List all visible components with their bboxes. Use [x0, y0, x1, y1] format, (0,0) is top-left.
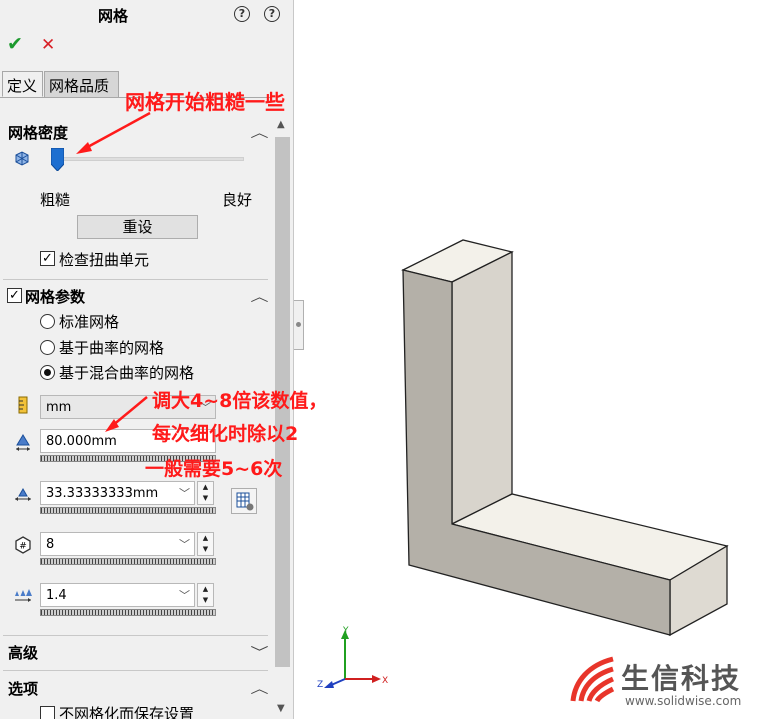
growth-ratio-value: 1.4: [46, 588, 67, 603]
save-without-mesh-checkbox[interactable]: [40, 706, 55, 719]
reset-button[interactable]: 重设: [77, 215, 198, 239]
help-icon[interactable]: ?: [264, 6, 280, 22]
circle-elements-input[interactable]: 8 ﹀: [40, 532, 195, 556]
save-without-mesh-label: 不网格化而保存设置: [59, 705, 195, 719]
options-section-title: 选项: [8, 680, 39, 698]
fine-label: 良好: [222, 191, 253, 209]
annotation-size-note-line2: 每次细化时除以2: [152, 423, 299, 445]
scroll-down-icon[interactable]: ▼: [277, 703, 285, 714]
check-distortion-label: 检查扭曲单元: [59, 251, 150, 269]
ruler-icon: [18, 396, 28, 414]
svg-text:#: #: [19, 542, 27, 552]
watermark-url: www.solidwise.com: [625, 694, 742, 708]
cancel-button[interactable]: ✕: [41, 35, 55, 55]
blended-curvature-mesh-label: 基于混合曲率的网格: [59, 364, 195, 382]
max-element-size-value: 80.000mm: [46, 434, 117, 449]
chevron-down-icon: ﹀: [179, 538, 190, 551]
min-element-size-icon: [15, 487, 31, 501]
panel-title: 网格: [97, 7, 128, 25]
annotation-size-note-line1: 调大4~8倍该数值，: [152, 390, 328, 412]
curvature-mesh-label: 基于曲率的网格: [59, 339, 165, 357]
radio-standard-mesh[interactable]: [40, 314, 55, 329]
density-section-title: 网格密度: [8, 124, 69, 142]
annotation-size-note-line3: 一般需要5~6次: [145, 458, 283, 480]
check-distortion-checkbox[interactable]: ✓: [40, 251, 55, 266]
watermark-brand-name: 生信科技: [621, 662, 742, 695]
min-element-size-input[interactable]: 33.33333333mm ﹀: [40, 481, 195, 505]
section-divider: [3, 279, 268, 280]
collapse-up-icon[interactable]: ︿: [250, 122, 268, 141]
circle-elements-thumbwheel[interactable]: [40, 558, 216, 565]
l-bracket-model[interactable]: [295, 0, 779, 719]
mesh-density-icon: [15, 151, 29, 166]
mesh-params-checkbox[interactable]: ✓: [7, 288, 22, 303]
radio-curvature-mesh[interactable]: [40, 340, 55, 355]
radio-blended-curvature-mesh[interactable]: [40, 365, 55, 380]
help-tips-icon[interactable]: ?: [234, 6, 250, 22]
chevron-down-icon: ﹀: [179, 589, 190, 602]
triad-x-label: X: [382, 676, 389, 686]
mesh-params-title: 网格参数: [25, 288, 86, 306]
growth-ratio-input[interactable]: 1.4 ﹀: [40, 583, 195, 607]
annotation-coarse-note: 网格开始粗糙一些: [125, 90, 285, 114]
tab-define[interactable]: 定义: [2, 71, 43, 97]
triad-y-label: Y: [343, 626, 349, 636]
axis-triad-icon: [324, 630, 381, 688]
ok-button[interactable]: ✔: [7, 33, 23, 55]
circle-elements-spinner[interactable]: ▲ ▼: [197, 532, 214, 556]
standard-mesh-label: 标准网格: [59, 313, 120, 331]
min-element-size-value: 33.33333333mm: [46, 486, 159, 501]
circle-elements-icon: #: [15, 536, 31, 554]
min-element-size-spinner[interactable]: ▲ ▼: [197, 481, 214, 505]
circle-elements-value: 8: [46, 537, 55, 552]
density-slider-thumb[interactable]: [51, 148, 64, 171]
growth-ratio-spinner[interactable]: ▲ ▼: [197, 583, 214, 607]
density-slider-track[interactable]: [62, 157, 244, 161]
collapse-up-icon[interactable]: ︿: [250, 286, 268, 305]
section-divider: [3, 670, 268, 671]
collapse-up-icon[interactable]: ︿: [250, 678, 268, 697]
triad-z-label: Z: [317, 680, 324, 690]
solidwise-logo-icon: [570, 656, 615, 703]
advanced-section-title[interactable]: 高级: [8, 642, 38, 663]
coarse-label: 粗糙: [40, 191, 71, 209]
scroll-up-icon[interactable]: ▲: [277, 119, 285, 130]
min-element-size-thumbwheel[interactable]: [40, 507, 216, 514]
chevron-down-icon: ﹀: [179, 487, 190, 500]
growth-ratio-thumbwheel[interactable]: [40, 609, 216, 616]
max-element-size-icon: [16, 434, 30, 451]
tab-mesh-quality[interactable]: 网格品质: [44, 71, 119, 97]
growth-ratio-icon: [15, 589, 32, 602]
expand-down-icon[interactable]: ﹀: [250, 642, 268, 661]
calculate-settings-icon[interactable]: [231, 488, 257, 514]
unit-value: mm: [46, 400, 72, 415]
graphics-viewport[interactable]: 网格开始粗糙一些 调大4~8倍该数值， 每次细化时除以2 一般需要5~6次 Y …: [76, 0, 779, 719]
section-divider: [3, 635, 268, 636]
